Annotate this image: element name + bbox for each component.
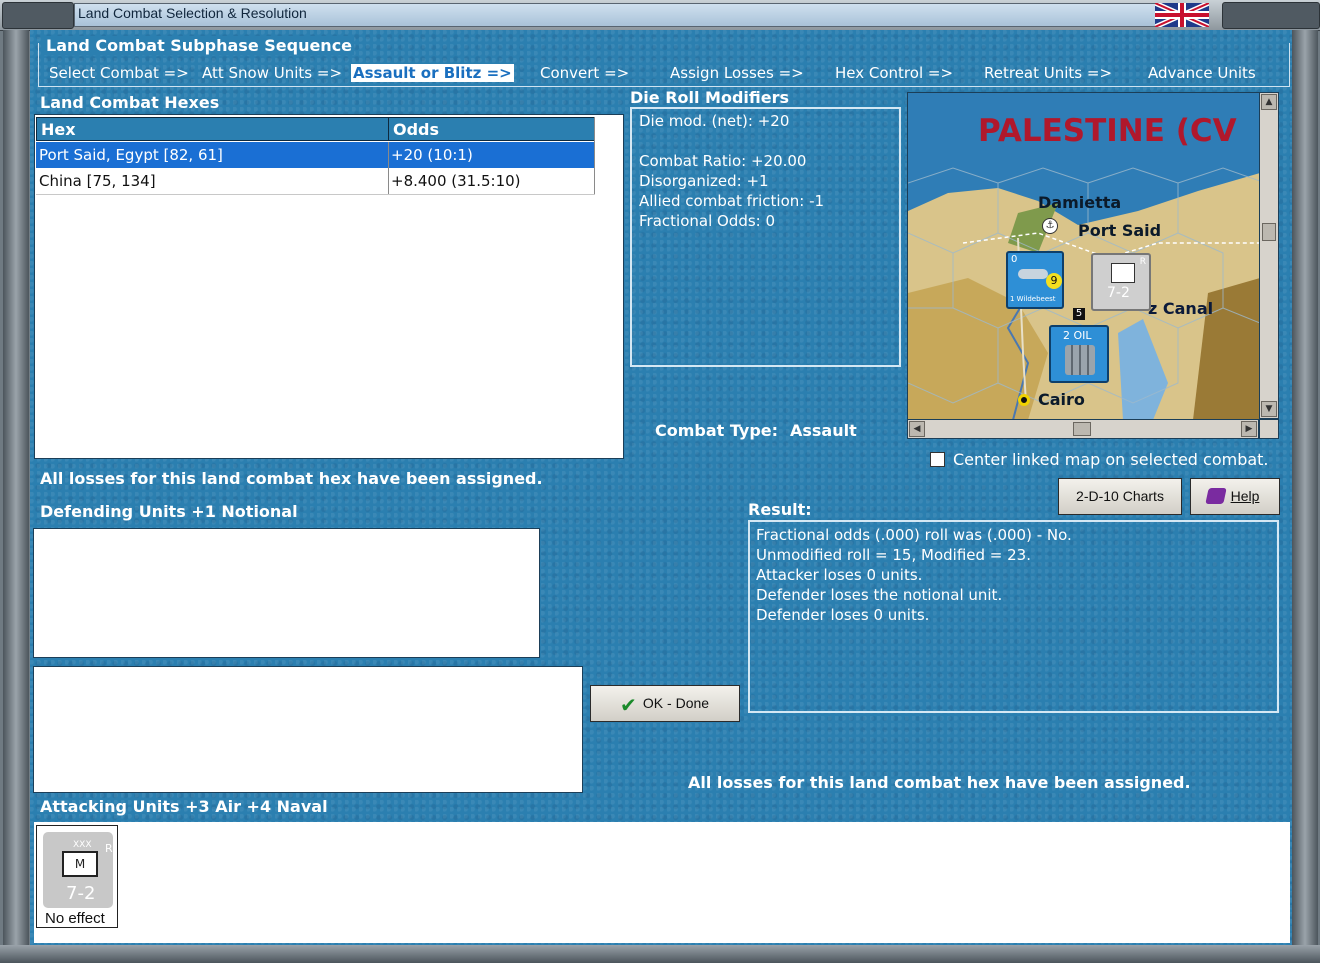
scroll-up-arrow-icon[interactable]: ▲ (1261, 94, 1277, 110)
table-edge (594, 117, 595, 194)
seq-step-advance: Advance Units (1148, 64, 1256, 82)
ok-done-button[interactable]: OK - Done (590, 685, 740, 722)
cairo-marker-icon (1018, 394, 1030, 406)
map-vertical-scrollbar[interactable]: ▲ ▼ (1259, 92, 1279, 419)
oil-barrels-icon (1065, 345, 1095, 375)
frame-left (3, 30, 29, 960)
col-header-hex[interactable]: Hex (36, 117, 389, 141)
horizontal-scroll-thumb[interactable] (1073, 422, 1091, 436)
center-map-checkbox[interactable] (930, 452, 945, 467)
result-line: Unmodified roll = 15, Modified = 23. (756, 546, 1031, 564)
map-label-damietta: Damietta (1038, 193, 1122, 212)
port-anchor-icon: ⚓ (1042, 218, 1058, 234)
unit-value: 7-2 (66, 883, 96, 904)
air-unit-top: 0 (1011, 254, 1018, 265)
scroll-corner (1259, 419, 1279, 439)
result-line: Fractional odds (.000) roll was (.000) -… (756, 526, 1072, 544)
map-label-canal: z Canal (1148, 299, 1214, 318)
row-divider (36, 194, 595, 195)
hex-cell[interactable]: China [75, 134] (39, 168, 156, 194)
column-divider (388, 142, 389, 194)
allied-friction: Allied combat friction: -1 (639, 192, 825, 210)
die-roll-box (630, 107, 901, 367)
frame-bottom (0, 945, 1320, 963)
odds-cell[interactable]: +8.400 (31.5:10) (391, 168, 521, 194)
result-title: Result: (748, 500, 812, 519)
attacking-unit-card[interactable]: XXX R M 7-2 No effect (36, 825, 118, 928)
die-roll-title: Die Roll Modifiers (630, 88, 790, 107)
result-line: Attacker loses 0 units. (756, 566, 923, 584)
help-button[interactable]: Help (1190, 478, 1280, 515)
disorganized: Disorganized: +1 (639, 172, 769, 190)
unit-side: R (105, 842, 113, 855)
seq-step-select-combat: Select Combat => (49, 64, 189, 82)
scroll-right-arrow-icon[interactable]: ▶ (1241, 421, 1257, 437)
window-title: Land Combat Selection & Resolution (78, 5, 307, 21)
fractional-odds: Fractional Odds: 0 (639, 212, 776, 230)
seq-step-att-snow: Att Snow Units => (202, 64, 343, 82)
unit-caption: No effect (45, 910, 105, 927)
window-menu-button[interactable] (2, 2, 74, 29)
land-unit-side: R (1139, 257, 1146, 267)
defending-title: Defending Units +1 Notional (40, 502, 298, 521)
defending-units-box[interactable] (33, 528, 540, 658)
linked-map[interactable]: PALESTINE (CV Damietta Port Said z Canal… (907, 92, 1261, 421)
seq-step-assign-losses: Assign Losses => (670, 64, 804, 82)
result-line: Defender loses the notional unit. (756, 586, 1003, 604)
air-unit-name: 1 Wildebeest (1010, 295, 1056, 303)
land-unit-counter[interactable]: 7-2 R (1091, 253, 1151, 311)
notional-units-box[interactable] (33, 666, 583, 793)
odds-cell[interactable]: +20 (10:1) (391, 142, 473, 168)
result-line: Defender loses 0 units. (756, 606, 930, 624)
map-label-port-said: Port Said (1078, 221, 1162, 240)
hex-cell[interactable]: Port Said, Egypt [82, 61] (39, 142, 223, 168)
scroll-down-arrow-icon[interactable]: ▼ (1261, 401, 1277, 417)
seq-step-retreat: Retreat Units => (984, 64, 1113, 82)
frame-right (1292, 30, 1318, 960)
help-label: Help (1230, 488, 1260, 504)
hexes-title: Land Combat Hexes (40, 93, 220, 112)
hex-number: 5 (1073, 308, 1085, 320)
attacking-title: Attacking Units +3 Air +4 Naval (40, 797, 328, 816)
sequence-legend: Land Combat Subphase Sequence (44, 36, 355, 55)
losses-message-right: All losses for this land combat hex have… (688, 773, 1191, 792)
land-unit-value: 7-2 (1107, 285, 1130, 301)
combat-ratio: Combat Ratio: +20.00 (639, 152, 807, 170)
uk-flag-icon (1155, 3, 1209, 27)
unit-size: XXX (73, 840, 92, 850)
die-mod-net: Die mod. (net): +20 (639, 112, 790, 130)
seq-step-assault-blitz: Assault or Blitz => (351, 64, 514, 82)
air-unit-counter[interactable]: 0 9 1 Wildebeest (1006, 251, 1064, 309)
seq-step-hex-control: Hex Control => (835, 64, 954, 82)
air-unit-value: 9 (1046, 273, 1062, 289)
map-horizontal-scrollbar[interactable]: ◀ ▶ (907, 419, 1259, 439)
attacking-units-strip[interactable] (34, 822, 1290, 943)
fire-icon (1111, 263, 1135, 283)
charts-button[interactable]: 2-D-10 Charts (1058, 478, 1182, 515)
oil-counter[interactable]: 2 OIL (1049, 325, 1109, 383)
col-header-odds[interactable]: Odds (388, 117, 595, 141)
help-book-icon (1205, 488, 1227, 504)
vertical-scroll-thumb[interactable] (1262, 223, 1276, 241)
center-map-label[interactable]: Center linked map on selected combat. (953, 450, 1269, 469)
combat-type-label: Combat Type: (655, 421, 779, 440)
combat-type-value: Assault (790, 421, 857, 440)
map-title: PALESTINE (CV (978, 113, 1237, 149)
oil-label: 2 OIL (1063, 329, 1092, 342)
losses-message-left: All losses for this land combat hex have… (40, 469, 543, 488)
map-label-cairo: Cairo (1038, 390, 1085, 409)
scroll-left-arrow-icon[interactable]: ◀ (909, 421, 925, 437)
mechanized-unit-icon: M (62, 851, 98, 877)
checkmark-icon: ✔ (620, 693, 637, 717)
seq-step-convert: Convert => (540, 64, 630, 82)
window-controls[interactable] (1222, 2, 1320, 29)
aircraft-icon (1018, 269, 1048, 279)
